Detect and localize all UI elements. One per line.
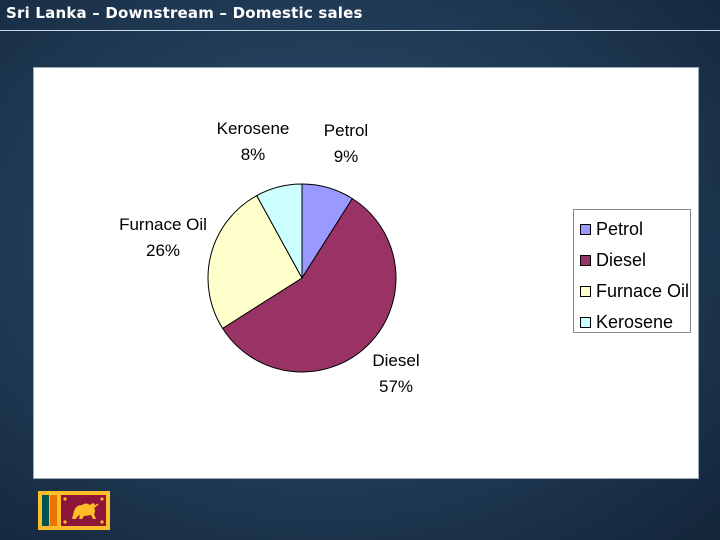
- legend-label-petrol: Petrol: [596, 219, 644, 239]
- chart-panel: Petrol 9% Diesel 57% Furnace Oil 26% Kerosene 8…: [33, 67, 699, 479]
- title-divider: [0, 30, 720, 31]
- legend-label-diesel: Diesel: [596, 250, 647, 270]
- slide-title: Sri Lanka – Downstream – Domestic sales: [6, 4, 363, 22]
- slice-label-diesel: Diesel: [372, 351, 419, 370]
- legend-item-diesel: Diesel: [580, 245, 690, 276]
- legend-label-kerosene: Kerosene: [596, 312, 674, 332]
- slice-label-furnace-oil: Furnace Oil: [119, 215, 207, 234]
- legend-swatch-kerosene: [580, 317, 591, 328]
- lion-icon: [63, 497, 104, 524]
- chart-legend: Petrol Diesel Furnace Oil Kerosene: [573, 209, 691, 333]
- legend-swatch-petrol: [580, 224, 591, 235]
- sri-lanka-flag-icon: [38, 491, 110, 530]
- legend-swatch-diesel: [580, 255, 591, 266]
- legend-item-petrol: Petrol: [580, 214, 690, 245]
- slice-value-furnace-oil: 26%: [146, 241, 180, 260]
- slice-value-petrol: 9%: [334, 147, 359, 166]
- legend-label-furnace-oil: Furnace Oil: [596, 281, 690, 301]
- legend-swatch-furnace-oil: [580, 286, 591, 297]
- legend-item-furnace-oil: Furnace Oil: [580, 276, 690, 307]
- slice-value-diesel: 57%: [379, 377, 413, 396]
- slice-label-kerosene: Kerosene: [217, 119, 290, 138]
- slice-value-kerosene: 8%: [241, 145, 266, 164]
- slice-label-petrol: Petrol: [324, 121, 368, 140]
- legend-item-kerosene: Kerosene: [580, 307, 690, 338]
